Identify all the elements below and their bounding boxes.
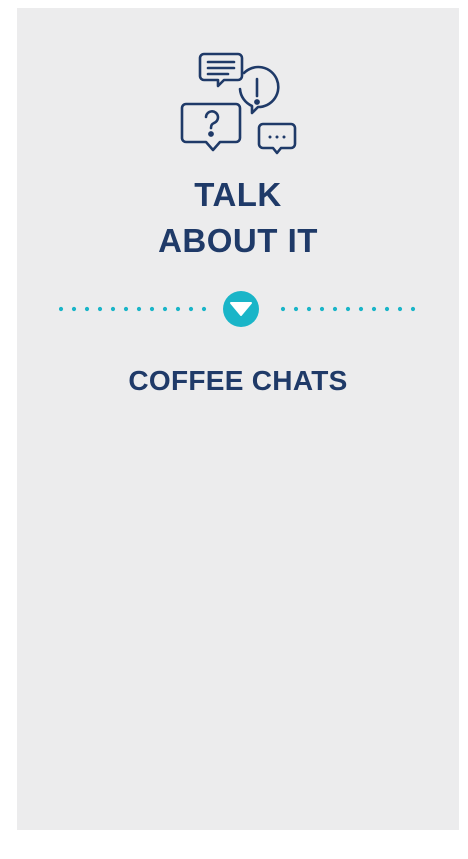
heading-line-1: TALK <box>194 176 282 213</box>
chevron-down-circle-icon <box>223 291 259 327</box>
heading-line-2: ABOUT IT <box>158 222 318 259</box>
card: TALK ABOUT IT COFFEE CHATS <box>17 8 459 830</box>
section-divider <box>59 291 421 327</box>
speech-bubbles-icon <box>178 46 298 164</box>
section-title: COFFEE CHATS <box>128 365 348 396</box>
